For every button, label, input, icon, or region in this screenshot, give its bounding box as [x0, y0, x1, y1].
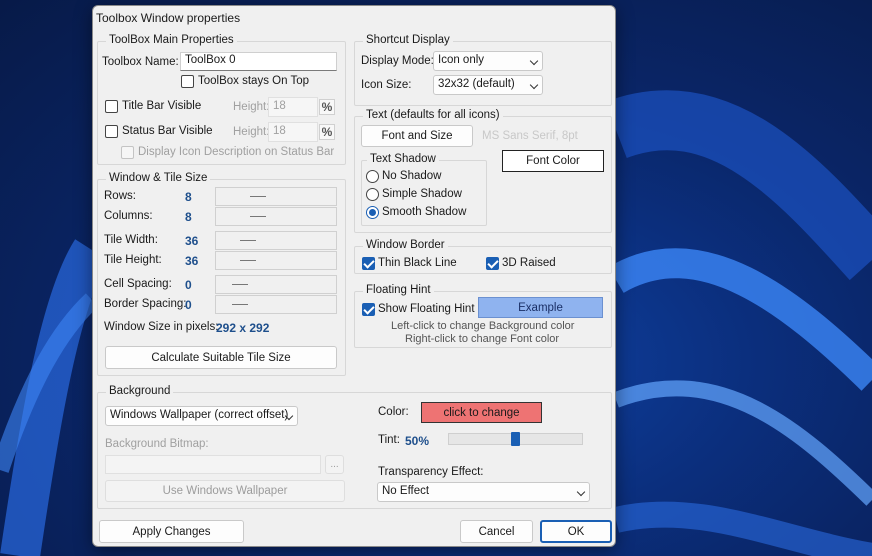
tile-width-label: Tile Width:	[104, 234, 158, 246]
3d-raised-label[interactable]: 3D Raised	[502, 257, 556, 269]
background-bitmap-label: Background Bitmap:	[105, 438, 209, 450]
smooth-shadow-radio[interactable]	[366, 206, 379, 219]
tile-width-slider[interactable]	[215, 231, 337, 250]
legend-text-defaults: Text (defaults for all icons)	[363, 109, 503, 121]
tile-width-value: 36	[185, 234, 199, 248]
show-floating-hint-checkbox[interactable]	[362, 303, 375, 316]
status-bar-height-label: Height:	[233, 126, 270, 138]
tile-height-slider[interactable]	[215, 251, 337, 270]
apply-changes-button[interactable]: Apply Changes	[99, 520, 244, 543]
hint-line-left-click: Left-click to change Background color	[391, 320, 575, 332]
title-bar-visible-label[interactable]: Title Bar Visible	[122, 100, 201, 112]
legend-text-shadow: Text Shadow	[367, 153, 439, 165]
tint-slider-thumb[interactable]	[511, 432, 520, 446]
simple-shadow-label[interactable]: Simple Shadow	[382, 188, 462, 200]
3d-raised-checkbox[interactable]	[486, 257, 499, 270]
simple-shadow-radio[interactable]	[366, 188, 379, 201]
status-bar-visible-label[interactable]: Status Bar Visible	[122, 125, 213, 137]
window-size-value: 292 x 292	[216, 321, 270, 335]
no-shadow-radio[interactable]	[366, 170, 379, 183]
window-size-label: Window Size in pixels:	[104, 321, 219, 333]
background-mode-select[interactable]: Windows Wallpaper (correct offset)	[105, 406, 298, 426]
toolbox-name-input[interactable]: ToolBox 0	[180, 52, 337, 71]
toolbox-name-label: Toolbox Name:	[102, 56, 179, 68]
chevron-down-icon	[529, 80, 539, 90]
cell-spacing-slider[interactable]	[215, 275, 337, 294]
smooth-shadow-label[interactable]: Smooth Shadow	[382, 206, 466, 218]
hint-line-right-click: Right-click to change Font color	[405, 333, 560, 345]
legend-background: Background	[106, 385, 174, 397]
cell-spacing-value: 0	[185, 278, 192, 292]
font-color-button[interactable]: Font Color	[502, 150, 604, 172]
legend-main-properties: ToolBox Main Properties	[106, 34, 237, 46]
tile-height-label: Tile Height:	[104, 254, 162, 266]
font-name-label: MS Sans Serif, 8pt	[482, 130, 578, 142]
tint-value: 50%	[405, 434, 430, 448]
percent-icon[interactable]: %	[319, 99, 335, 115]
icon-size-label: Icon Size:	[361, 79, 412, 91]
browse-button[interactable]: ...	[325, 455, 344, 474]
legend-window-border: Window Border	[363, 239, 448, 251]
stays-on-top-label[interactable]: ToolBox stays On Top	[198, 75, 309, 87]
calculate-tile-size-button[interactable]: Calculate Suitable Tile Size	[105, 346, 337, 369]
thin-black-line-label[interactable]: Thin Black Line	[378, 257, 457, 269]
use-windows-wallpaper-button[interactable]: Use Windows Wallpaper	[105, 480, 345, 502]
background-bitmap-input[interactable]	[105, 455, 321, 474]
border-spacing-value: 0	[185, 298, 192, 312]
display-mode-label: Display Mode:	[361, 55, 434, 67]
transparency-effect-value: No Effect	[382, 485, 430, 497]
status-bar-height-input[interactable]: 18	[268, 122, 318, 142]
columns-value: 8	[185, 210, 192, 224]
title-bar-visible-checkbox[interactable]	[105, 100, 118, 113]
title-bar-height-label: Height:	[233, 101, 270, 113]
border-spacing-slider[interactable]	[215, 295, 337, 314]
icon-size-select[interactable]: 32x32 (default)	[433, 75, 543, 95]
properties-dialog: Toolbox Window properties ToolBox Main P…	[92, 5, 616, 547]
legend-floating-hint: Floating Hint	[363, 284, 434, 296]
no-shadow-label[interactable]: No Shadow	[382, 170, 441, 182]
legend-shortcut-display: Shortcut Display	[363, 34, 453, 46]
display-mode-value: Icon only	[438, 54, 485, 66]
display-mode-select[interactable]: Icon only	[433, 51, 543, 71]
status-bar-visible-checkbox[interactable]	[105, 125, 118, 138]
ok-button[interactable]: OK	[540, 520, 612, 543]
font-and-size-button[interactable]: Font and Size	[361, 125, 473, 147]
columns-slider[interactable]	[215, 207, 337, 226]
chevron-down-icon	[576, 487, 586, 497]
show-floating-hint-label[interactable]: Show Floating Hint	[378, 303, 475, 315]
columns-label: Columns:	[104, 210, 153, 222]
thin-black-line-checkbox[interactable]	[362, 257, 375, 270]
cell-spacing-label: Cell Spacing:	[104, 278, 172, 290]
rows-label: Rows:	[104, 190, 136, 202]
legend-tile-size: Window & Tile Size	[106, 172, 211, 184]
rows-value: 8	[185, 190, 192, 204]
stays-on-top-checkbox[interactable]	[181, 75, 194, 88]
tint-label: Tint:	[378, 434, 400, 446]
cancel-button[interactable]: Cancel	[460, 520, 533, 543]
chevron-down-icon	[529, 56, 539, 66]
transparency-effect-label: Transparency Effect:	[378, 466, 484, 478]
window-title: Toolbox Window properties	[96, 11, 241, 25]
icon-size-value: 32x32 (default)	[438, 78, 515, 90]
transparency-effect-select[interactable]: No Effect	[377, 482, 590, 502]
background-color-swatch[interactable]: click to change	[421, 402, 542, 423]
icon-description-checkbox[interactable]	[121, 146, 134, 159]
background-color-label: Color:	[378, 406, 409, 418]
background-mode-value: Windows Wallpaper (correct offset)	[110, 409, 289, 421]
tile-height-value: 36	[185, 254, 199, 268]
icon-description-label[interactable]: Display Icon Description on Status Bar	[138, 146, 334, 158]
percent-icon[interactable]: %	[319, 124, 335, 140]
border-spacing-label: Border Spacing:	[104, 298, 187, 310]
rows-slider[interactable]	[215, 187, 337, 206]
hint-example-swatch[interactable]: Example	[478, 297, 603, 318]
title-bar-height-input[interactable]: 18	[268, 97, 318, 117]
